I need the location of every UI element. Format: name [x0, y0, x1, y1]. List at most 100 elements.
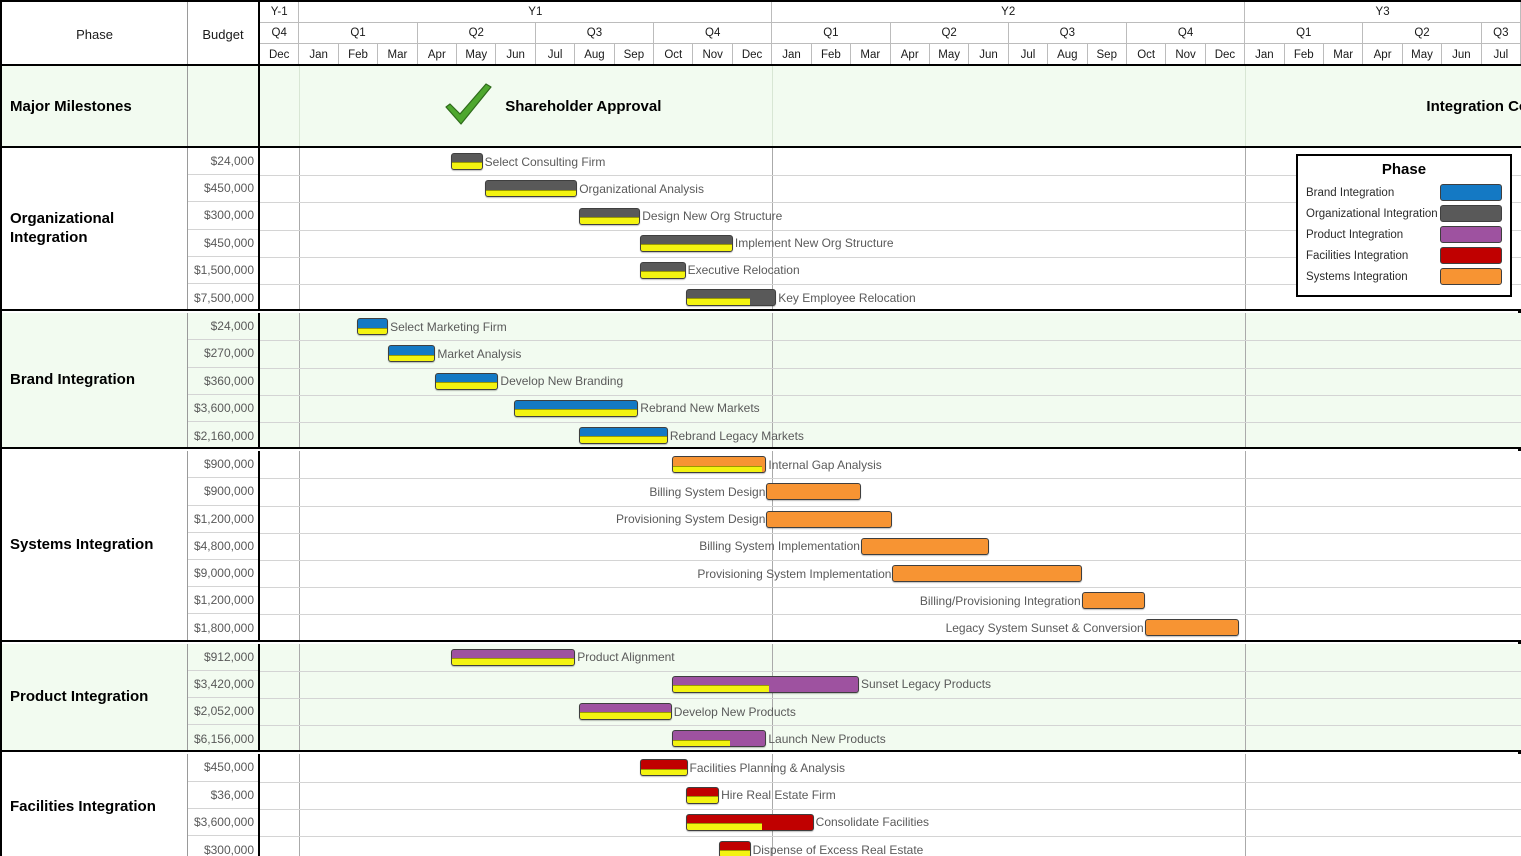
- task-budget-cell: $1,200,000: [188, 587, 258, 614]
- gantt-bar[interactable]: [451, 649, 575, 666]
- group-budget-column: $24,000$270,000$360,000$3,600,000$2,160,…: [188, 313, 260, 447]
- group-budget-column: $450,000$36,000$3,600,000$300,000: [188, 754, 260, 856]
- year-divider: [1245, 451, 1246, 639]
- gantt-bar-progress: [687, 823, 763, 830]
- timeline-months-band: DecJanFebMarAprMayJunJulAugSepOctNovDecJ…: [260, 44, 1521, 66]
- row-divider: [260, 698, 1521, 699]
- phase-legend: Phase Brand IntegrationOrganizational In…: [1296, 154, 1512, 297]
- milestone-1[interactable]: Shareholder Approval: [441, 66, 661, 146]
- legend-item[interactable]: Systems Integration: [1306, 266, 1502, 287]
- year-divider: [299, 644, 300, 751]
- timeline-year-cell: Y1: [299, 2, 772, 23]
- row-divider: [260, 560, 1521, 561]
- gantt-bar[interactable]: [451, 153, 483, 170]
- timeline-month-cell: Apr: [1363, 44, 1402, 66]
- task-budget-cell: $7,500,000: [188, 284, 258, 311]
- gantt-bar[interactable]: [766, 483, 861, 500]
- gantt-bar[interactable]: [672, 676, 859, 693]
- gantt-bar[interactable]: [1082, 592, 1145, 609]
- year-divider: [299, 451, 300, 639]
- major-milestones-plot: Shareholder Approval Integration Complete: [260, 66, 1521, 146]
- task-budget-cell: $450,000: [188, 175, 258, 202]
- task-group-product-integration: Product Integration$912,000$3,420,000$2,…: [2, 644, 1521, 753]
- gantt-bar[interactable]: [388, 345, 435, 362]
- task-budget-cell: $2,160,000: [188, 422, 258, 449]
- timeline-year-cell: Y-1: [260, 2, 299, 23]
- gantt-bar-label: Select Consulting Firm: [485, 156, 606, 168]
- gantt-bar-label: Rebrand New Markets: [640, 402, 759, 414]
- timeline-month-cell: Jul: [1482, 44, 1521, 66]
- task-budget-cell: $912,000: [188, 644, 258, 671]
- legend-item[interactable]: Brand Integration: [1306, 182, 1502, 203]
- task-budget-cell: $300,000: [188, 836, 258, 856]
- row-divider: [260, 614, 1521, 615]
- year-divider: [772, 66, 773, 146]
- row-divider: [260, 725, 1521, 726]
- gantt-bar-progress: [720, 850, 750, 856]
- gantt-bar-label: Rebrand Legacy Markets: [670, 430, 804, 442]
- task-budget-cell: $270,000: [188, 340, 258, 367]
- task-group-organizational-integration: Organizational Integration$24,000$450,00…: [2, 148, 1521, 311]
- gantt-bar[interactable]: [435, 373, 498, 390]
- timeline-quarter-cell: Q4: [260, 23, 299, 44]
- gantt-bar-label: Design New Org Structure: [642, 210, 782, 222]
- gantt-bar[interactable]: [892, 565, 1081, 582]
- gantt-bar[interactable]: [514, 400, 638, 417]
- timeline-quarter-cell: Q1: [772, 23, 890, 44]
- gantt-bar-progress: [436, 382, 497, 389]
- legend-color-swatch: [1440, 226, 1502, 243]
- task-budget-cell: $3,600,000: [188, 395, 258, 422]
- row-divider: [260, 368, 1521, 369]
- gantt-bar[interactable]: [640, 262, 685, 279]
- gantt-bar[interactable]: [640, 235, 733, 252]
- gantt-bar[interactable]: [686, 814, 814, 831]
- task-group-facilities-integration: Facilities Integration$450,000$36,000$3,…: [2, 754, 1521, 856]
- row-divider: [260, 782, 1521, 783]
- milestone-label: Shareholder Approval: [505, 98, 661, 115]
- legend-item-label: Brand Integration: [1306, 187, 1394, 199]
- row-divider: [260, 587, 1521, 588]
- year-divider: [1245, 644, 1246, 751]
- gantt-bar-label: Billing System Design: [649, 486, 765, 498]
- task-budget-cell: $900,000: [188, 451, 258, 478]
- gantt-bar[interactable]: [861, 538, 989, 555]
- gantt-bar[interactable]: [640, 759, 687, 776]
- gantt-bar[interactable]: [1145, 619, 1240, 636]
- gantt-bar-progress: [358, 328, 388, 335]
- gantt-bar[interactable]: [579, 208, 640, 225]
- gantt-bar-progress: [580, 712, 671, 719]
- task-group-brand-integration: Brand Integration$24,000$270,000$360,000…: [2, 313, 1521, 449]
- gantt-bar-progress: [580, 217, 639, 224]
- major-milestones-budget-cell: [188, 66, 260, 146]
- group-name-label: Product Integration: [2, 644, 188, 751]
- task-budget-cell: $3,600,000: [188, 809, 258, 836]
- gantt-bar-label: Sunset Legacy Products: [861, 678, 991, 690]
- timeline-quarter-cell: Q3: [1482, 23, 1521, 44]
- timeline-quarter-cell: Q1: [299, 23, 417, 44]
- gantt-bar[interactable]: [686, 787, 719, 804]
- legend-item[interactable]: Product Integration: [1306, 224, 1502, 245]
- group-plot-area: Internal Gap AnalysisBilling System Desi…: [260, 451, 1521, 639]
- task-budget-cell: $300,000: [188, 202, 258, 229]
- gantt-bar[interactable]: [357, 318, 389, 335]
- timeline-month-cell: Jun: [969, 44, 1008, 66]
- gantt-bar[interactable]: [672, 456, 767, 473]
- milestone-2[interactable]: Integration Complete: [1426, 66, 1521, 146]
- legend-item-label: Systems Integration: [1306, 271, 1408, 283]
- gantt-bar[interactable]: [579, 703, 672, 720]
- legend-item[interactable]: Facilities Integration: [1306, 245, 1502, 266]
- group-name-label: Organizational Integration: [2, 148, 188, 309]
- timeline-quarters-band: Q4Q1Q2Q3Q4Q1Q2Q3Q4Q1Q2Q3: [260, 23, 1521, 44]
- gantt-bar[interactable]: [686, 289, 777, 306]
- timeline-month-cell: Jun: [496, 44, 535, 66]
- gantt-bar[interactable]: [485, 180, 578, 197]
- gantt-bar[interactable]: [579, 427, 668, 444]
- gantt-bar[interactable]: [766, 511, 892, 528]
- gantt-bar[interactable]: [672, 730, 767, 747]
- gantt-bar-label: Organizational Analysis: [579, 183, 704, 195]
- gantt-bar[interactable]: [719, 841, 751, 856]
- timeline-month-cell: Mar: [1324, 44, 1363, 66]
- timeline-quarter-cell: Q4: [1127, 23, 1245, 44]
- legend-item[interactable]: Organizational Integration: [1306, 203, 1502, 224]
- timeline-month-cell: Aug: [575, 44, 614, 66]
